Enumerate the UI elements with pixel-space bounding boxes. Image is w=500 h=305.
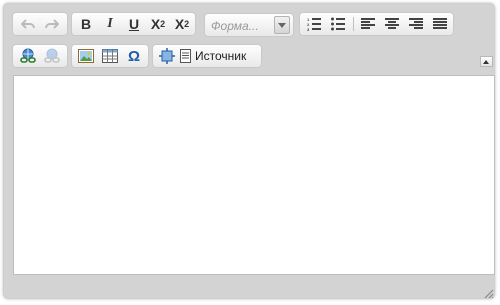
subscript-button[interactable]: X2 [147,15,169,33]
link-group [12,44,68,68]
toolbar-separator [353,17,354,31]
remove-link-button[interactable] [41,47,63,65]
link-globe-icon [20,48,36,63]
underline-label: U [128,16,140,32]
redo-button[interactable] [41,15,63,33]
align-justify-button[interactable] [429,15,451,33]
collapse-toolbar-button[interactable] [480,56,493,67]
format-combo-placeholder: Форма... [211,19,259,33]
align-center-icon [385,18,399,29]
undo-arrow-icon [21,19,35,29]
table-icon [102,49,118,63]
special-char-button[interactable]: Ω [123,47,145,65]
omega-icon: Ω [127,47,141,65]
maximize-icon [159,48,175,64]
chevron-down-icon[interactable] [274,16,290,34]
paragraph-group: 123 [299,12,454,36]
insert-link-button[interactable] [17,47,39,65]
align-left-icon [361,18,375,29]
bulleted-list-icon [331,17,345,31]
subscript-digit: 2 [160,19,166,29]
text-style-group: B I U X2 X2 [71,12,196,36]
insert-group: Ω [71,44,149,68]
undo-button[interactable] [17,15,39,33]
insert-image-button[interactable] [75,47,97,65]
bold-button[interactable]: B [75,15,97,33]
unlink-globe-icon [44,48,60,63]
align-right-icon [409,18,423,29]
bold-label: B [80,16,92,32]
resize-grip-icon[interactable] [482,287,494,299]
source-document-icon [180,49,191,63]
editor-content-area[interactable] [13,75,495,275]
subscript-label: X [150,16,161,32]
underline-button[interactable]: U [123,15,145,33]
align-right-button[interactable] [405,15,427,33]
source-button[interactable]: Источник [180,47,260,65]
insert-table-button[interactable] [99,47,121,65]
source-button-label: Источник [195,49,247,63]
align-center-button[interactable] [381,15,403,33]
align-left-button[interactable] [357,15,379,33]
undo-redo-group [12,12,68,36]
align-justify-icon [433,18,447,29]
format-combo[interactable]: Форма... [204,13,294,37]
numbered-list-icon: 123 [307,17,321,31]
superscript-digit: 2 [184,19,190,29]
italic-label: I [107,16,113,31]
image-icon [78,49,94,63]
italic-button[interactable]: I [99,15,121,33]
bulleted-list-button[interactable] [327,15,349,33]
maximize-button[interactable] [156,47,178,65]
superscript-label: X [174,16,185,32]
superscript-button[interactable]: X2 [171,15,193,33]
numbered-list-button[interactable]: 123 [303,15,325,33]
svg-text:3: 3 [307,27,310,31]
rich-text-editor: B I U X2 X2 Форма... 123 Ω Источник [3,3,495,299]
tools-group: Источник [152,44,262,68]
redo-arrow-icon [45,19,59,29]
